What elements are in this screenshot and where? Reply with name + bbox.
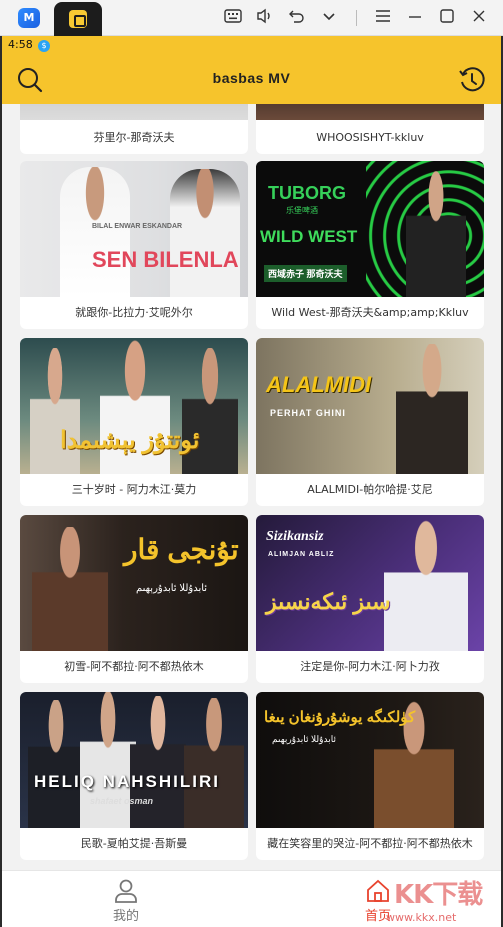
history-button[interactable] [458, 66, 486, 94]
thumbnail-headline: Sizikansiz [266, 529, 324, 544]
emulator-toolbar: M [0, 0, 503, 36]
emulator-logo-icon[interactable]: M [18, 8, 40, 28]
thumbnail-headline: ALALMIDI [266, 372, 372, 397]
video-card[interactable]: WHOOSISHYT-kkluv [256, 104, 484, 154]
video-card[interactable]: ALALMIDI PERHAT GHINI ALALMIDI-帕尔哈提·艾尼 [256, 338, 484, 506]
video-thumbnail: BILAL ENWAR ESKANDAR SEN BILENLA [20, 161, 248, 297]
video-thumbnail: Sizikansiz ALIMJAN ABLIZ سىز ئىكەنسىز [256, 515, 484, 651]
thumbnail-brand: TUBORG [268, 183, 346, 203]
thumbnail-subtitle: PERHAT GHINI [270, 408, 346, 418]
video-thumbnail: TUBORG 乐堡啤酒 WILD WEST 西域赤子 那奇沃夫 [256, 161, 484, 297]
menu-icon[interactable] [372, 8, 394, 28]
video-title: 三十岁时 - 阿力木江·莫力 [71, 483, 197, 496]
thumbnail-subtitle: ئابدۇللا ئابدۇرېھىم [136, 583, 208, 594]
thumbnail-tag: 西域赤子 那奇沃夫 [264, 265, 347, 282]
app-header: basbas MV [2, 56, 501, 104]
thumbnail-headline: SEN BILENLA [92, 247, 239, 272]
video-thumbnail: ALALMIDI PERHAT GHINI [256, 338, 484, 474]
video-card[interactable]: HELIQ NAHSHILIRI shafaet osman 民歌-夏帕艾提·吾… [20, 692, 248, 860]
watermark: KK下载 www.kkx.net [384, 874, 499, 926]
page-title: basbas MV [212, 70, 291, 86]
thumbnail-script: سىز ئىكەنسىز [266, 589, 391, 614]
video-thumbnail: HELIQ NAHSHILIRI shafaet osman [20, 692, 248, 828]
video-thumbnail: كۈلكىگە يوشۇرۇنغان يىغا ئابدۇللا ئابدۇرې… [256, 692, 484, 828]
maximize-icon[interactable] [436, 8, 458, 28]
nav-tab-mine[interactable]: 我的 [86, 877, 166, 924]
thumbnail-artists: BILAL ENWAR ESKANDAR [92, 223, 183, 230]
video-card[interactable]: Sizikansiz ALIMJAN ABLIZ سىز ئىكەنسىز 注定… [256, 515, 484, 683]
toolbar-divider [356, 10, 357, 26]
video-title: WHOOSISHYT-kkluv [316, 131, 424, 144]
keyboard-icon[interactable] [222, 8, 244, 28]
close-icon[interactable] [468, 8, 490, 28]
video-card[interactable]: TUBORG 乐堡啤酒 WILD WEST 西域赤子 那奇沃夫 Wild Wes… [256, 161, 484, 329]
phone-screen: 4:58 $ basbas MV 芬里尔-那奇沃夫 WHOOSISHYT-kkl… [2, 36, 501, 927]
history-icon [459, 67, 485, 92]
video-thumbnail: تۇنجى قار ئابدۇللا ئابدۇرېھىم [20, 515, 248, 651]
chevron-down-icon[interactable] [318, 8, 340, 28]
thumbnail-brand-sub: 乐堡啤酒 [286, 206, 318, 215]
video-card[interactable]: كۈلكىگە يوشۇرۇنغان يىغا ئابدۇللا ئابدۇرې… [256, 692, 484, 860]
thumbnail-subtitle: shafaet osman [90, 796, 154, 806]
video-title: 就跟你-比拉力·艾呢外尔 [75, 306, 193, 319]
app-tab-icon [69, 10, 87, 28]
video-thumbnail [20, 104, 248, 120]
video-thumbnail [256, 104, 484, 120]
video-card[interactable]: 芬里尔-那奇沃夫 [20, 104, 248, 154]
thumbnail-subtitle: ALIMJAN ABLIZ [268, 551, 335, 558]
video-title: 民歌-夏帕艾提·吾斯曼 [80, 837, 188, 850]
video-title: 藏在笑容里的哭泣-阿不都拉·阿不都热依木 [267, 837, 473, 850]
notification-badge-icon: $ [38, 40, 50, 52]
video-title: 芬里尔-那奇沃夫 [93, 131, 175, 144]
thumbnail-headline: WILD WEST [260, 227, 358, 246]
watermark-text: KK下载 [394, 880, 483, 910]
volume-icon[interactable] [254, 8, 276, 28]
status-time: 4:58 [8, 38, 33, 51]
video-card[interactable]: BILAL ENWAR ESKANDAR SEN BILENLA 就跟你-比拉力… [20, 161, 248, 329]
thumbnail-headline: HELIQ NAHSHILIRI [34, 772, 220, 791]
video-grid: 芬里尔-那奇沃夫 WHOOSISHYT-kkluv BILAL ENWAR ES… [2, 104, 501, 870]
video-title: 初雪-阿不都拉·阿不都热依木 [64, 660, 204, 673]
app-tab[interactable] [54, 2, 102, 36]
video-title: ALALMIDI-帕尔哈提·艾尼 [307, 483, 433, 496]
thumbnail-subtitle: ئابدۇللا ئابدۇرېھىم [272, 734, 336, 744]
minimize-icon[interactable] [404, 8, 426, 28]
video-card[interactable]: تۇنجى قار ئابدۇللا ئابدۇرېھىم 初雪-阿不都拉·阿不… [20, 515, 248, 683]
person-icon [115, 879, 137, 903]
nav-label-mine: 我的 [112, 909, 139, 924]
thumbnail-headline: ئوتتۇز يېشىمدا [60, 427, 200, 454]
video-title: 注定是你-阿力木江·阿卜力孜 [300, 660, 440, 673]
thumbnail-headline: تۇنجى قار [124, 534, 239, 565]
video-title: Wild West-那奇沃夫&amp;amp;Kkluv [271, 306, 469, 319]
thumbnail-headline: كۈلكىگە يوشۇرۇنغان يىغا [264, 709, 416, 726]
video-thumbnail: ئوتتۇز يېشىمدا [20, 338, 248, 474]
watermark-url: www.kkx.net [386, 911, 457, 924]
status-bar: 4:58 $ [2, 36, 501, 56]
video-card[interactable]: ئوتتۇز يېشىمدا 三十岁时 - 阿力木江·莫力 [20, 338, 248, 506]
undo-icon[interactable] [286, 8, 308, 28]
